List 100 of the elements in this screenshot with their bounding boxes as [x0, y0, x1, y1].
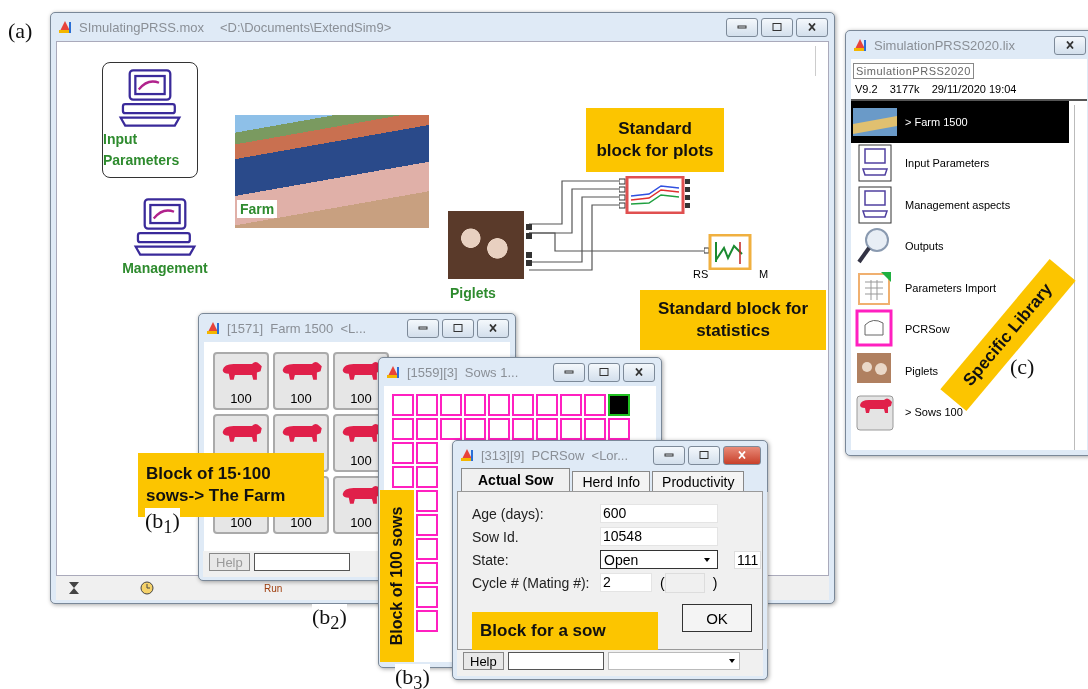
photo-placeholder[interactable]: Farm — [235, 115, 429, 228]
state-code-field[interactable]: 111 — [734, 550, 762, 569]
block-label: Input Parameters — [103, 130, 181, 170]
annotation-tooltip: Standard block for plots — [586, 108, 724, 172]
minimize-icon — [563, 368, 575, 376]
close-button[interactable] — [796, 17, 828, 37]
close-button[interactable] — [623, 362, 655, 382]
maximize-icon — [771, 23, 783, 31]
block-count: 100 — [230, 515, 252, 530]
sow-group-block[interactable]: 100 — [273, 352, 329, 410]
block-count: 100 — [230, 391, 252, 406]
window-title: SImulatingPRSS.mox — [79, 19, 204, 35]
close-icon — [736, 451, 748, 459]
library-item[interactable]: Input Parameters — [851, 142, 992, 184]
size-text: 3177k — [889, 83, 920, 95]
field-label: Age (days): — [472, 505, 545, 522]
field-label: Cycle # (Mating #): — [472, 574, 591, 591]
close-icon — [487, 324, 499, 332]
caret-icon — [727, 658, 736, 664]
block-label: Management — [122, 259, 208, 278]
sow-block[interactable] — [440, 418, 462, 440]
status-dropdown[interactable] — [607, 652, 740, 670]
date-text: 29/11/2020 19:04 — [931, 83, 1017, 95]
version-text: V9.2 — [855, 83, 878, 95]
input-field[interactable]: 600 — [600, 504, 718, 523]
pig-icon — [853, 392, 897, 433]
sow-block[interactable] — [464, 418, 486, 440]
window-title: SimulationPRSS2020.lix — [874, 37, 1015, 53]
app-icon — [205, 320, 221, 336]
minimize-icon — [663, 451, 675, 459]
app-icon — [459, 447, 475, 463]
close-icon — [806, 23, 818, 31]
photo-placeholder[interactable] — [448, 211, 524, 279]
maximize-button[interactable] — [688, 445, 720, 465]
state-dropdown[interactable]: Open — [600, 550, 718, 569]
app-icon — [852, 37, 868, 53]
caret-icon — [703, 556, 711, 563]
input-field[interactable]: 10548 — [600, 527, 718, 546]
block-label: Farm — [237, 200, 278, 218]
port-label: M — [759, 268, 769, 280]
block-label: Piglets — [450, 285, 496, 301]
window-title: [313][9] PCRSow <Lor... — [481, 447, 629, 463]
close-icon — [633, 368, 645, 376]
sow-block[interactable] — [608, 394, 630, 416]
close-icon — [1064, 41, 1076, 49]
model-block[interactable]: Management — [115, 192, 215, 302]
run-status: Run — [264, 582, 283, 594]
close-button[interactable] — [1054, 35, 1086, 55]
sow-group-block[interactable]: 100 — [213, 352, 269, 410]
annotation-tooltip: Block of 100 sows — [380, 490, 414, 662]
panel-label: (b$_{3}$) — [395, 664, 430, 689]
sow-block[interactable] — [608, 418, 630, 440]
input-field[interactable]: 2 — [600, 573, 652, 592]
sow-block[interactable] — [536, 418, 558, 440]
sow-block[interactable] — [584, 418, 606, 440]
tab[interactable]: Herd Info — [572, 471, 651, 491]
help-button[interactable]: Help — [463, 652, 504, 670]
annotation-tooltip: Standard block for statistics — [640, 290, 826, 350]
sow-block[interactable] — [488, 418, 510, 440]
maximize-icon — [452, 324, 464, 332]
tab[interactable]: Productivity — [652, 471, 745, 491]
clock-icon — [140, 581, 154, 595]
sow-block[interactable] — [560, 418, 582, 440]
maximize-button[interactable] — [588, 362, 620, 382]
maximize-icon — [698, 451, 710, 459]
library-item[interactable]: Management aspects — [851, 184, 1013, 226]
sow-block[interactable] — [512, 418, 534, 440]
app-icon — [385, 364, 401, 380]
model-block[interactable]: Input Parameters — [102, 62, 198, 178]
maximize-icon — [598, 368, 610, 376]
library-item[interactable]: > Farm 1500 — [851, 101, 1069, 143]
window-title: [1559][3] Sows 1... — [407, 364, 519, 380]
annotation-tooltip: Block for a sow — [472, 612, 658, 650]
block-count: 100 — [350, 453, 372, 468]
panel-label: (c) — [1010, 354, 1035, 379]
hourglass-icon — [68, 581, 80, 595]
block-count: 100 — [350, 515, 372, 530]
maximize-button[interactable] — [761, 17, 793, 37]
statistics-block[interactable] — [704, 234, 752, 270]
plotter-block[interactable] — [619, 176, 691, 214]
block-count: 100 — [290, 515, 312, 530]
close-button[interactable] — [723, 445, 761, 465]
app-icon — [57, 19, 73, 35]
library-name-field[interactable]: SimulationPRSS2020 — [853, 63, 974, 79]
bracket-text: ) — [712, 574, 718, 591]
close-button[interactable] — [477, 318, 509, 338]
window-title: [1571] Farm 1500 <L... — [227, 320, 367, 336]
field-label: State: — [472, 551, 510, 568]
tab[interactable]: Actual Sow — [461, 468, 571, 491]
file-path: <D:\Documents\ExtendSim9> — [220, 19, 392, 35]
minimize-icon — [417, 324, 429, 332]
maximize-button[interactable] — [442, 318, 474, 338]
port-label: RS — [693, 268, 709, 280]
minimize-icon — [736, 23, 748, 31]
bracket-text: ( — [660, 574, 665, 591]
library-item[interactable]: Piglets — [851, 350, 941, 392]
block-count: 100 — [290, 391, 312, 406]
field-label: Sow Id. — [472, 528, 520, 545]
block-count: 100 — [350, 391, 372, 406]
ok-button[interactable]: OK — [682, 604, 752, 632]
